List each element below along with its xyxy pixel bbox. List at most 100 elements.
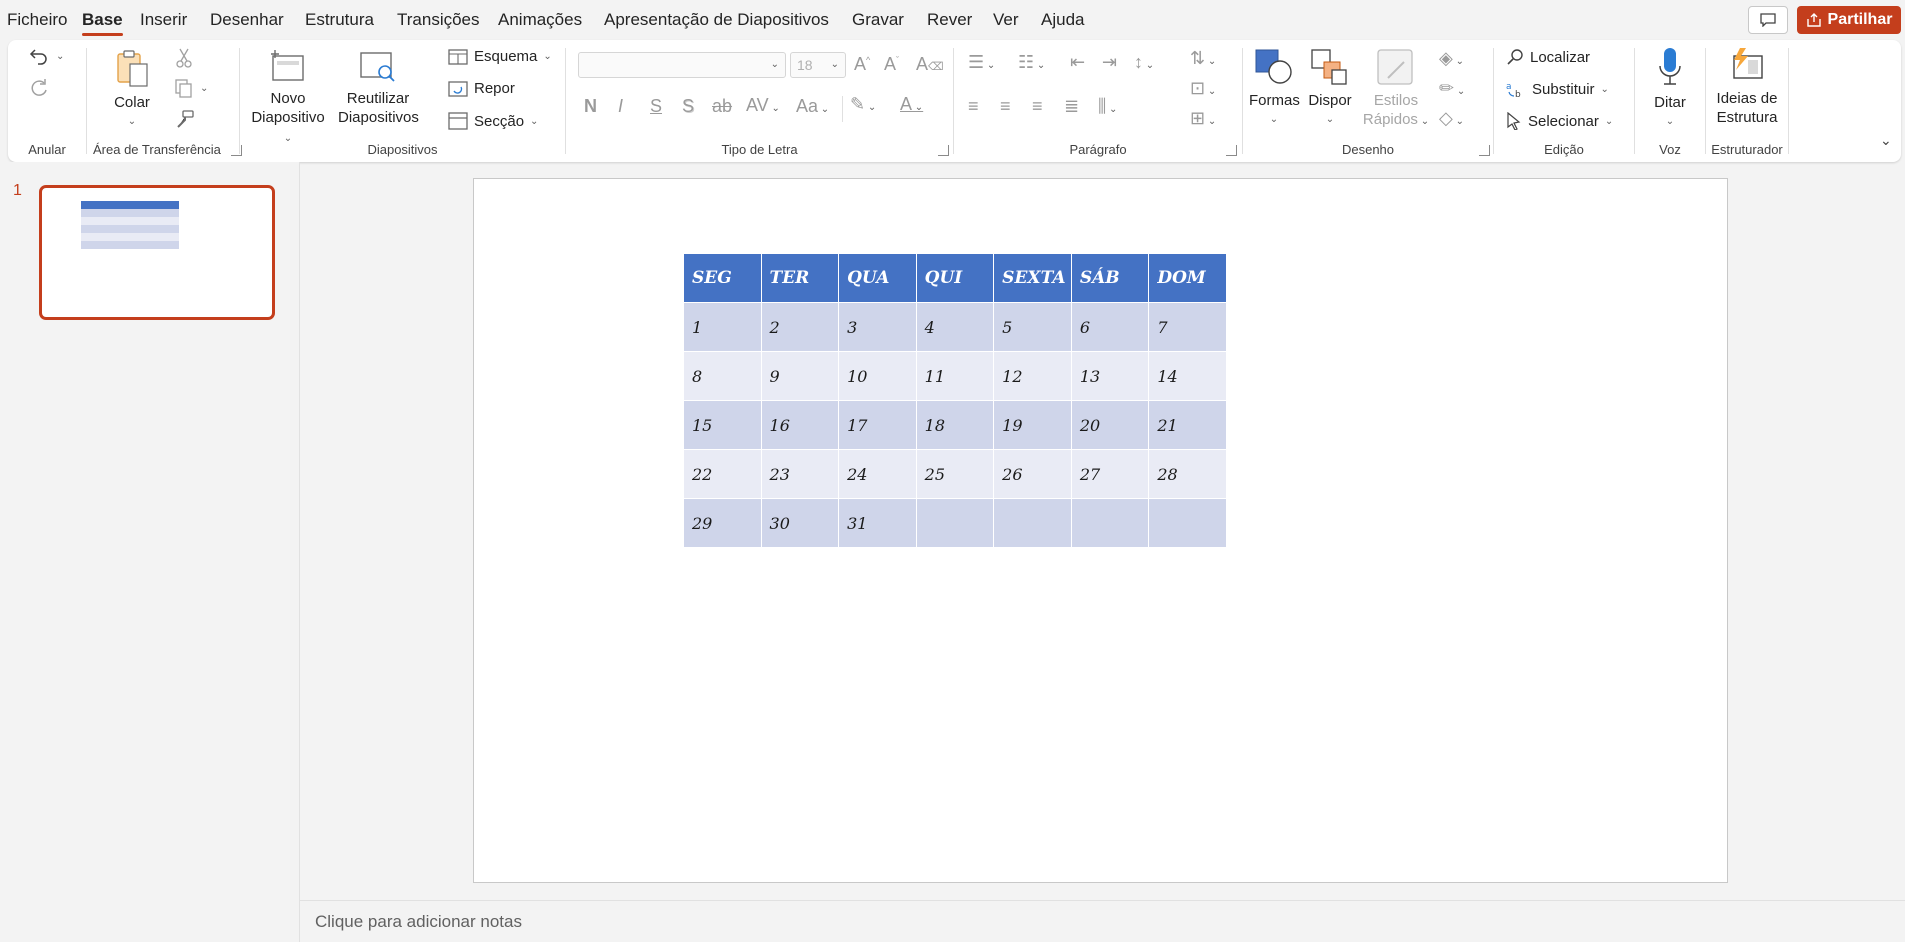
reset-button[interactable]: Repor <box>448 80 515 97</box>
header-sexta[interactable]: SEXTA <box>993 253 1072 303</box>
dialog-launcher-icon[interactable] <box>1479 145 1490 156</box>
strikethrough-button[interactable]: ab <box>712 96 732 117</box>
table-cell[interactable]: 17 <box>838 400 917 450</box>
menu-ajuda[interactable]: Ajuda <box>1041 10 1084 30</box>
arrange-button[interactable]: Dispor ⌄ <box>1305 48 1355 129</box>
table-cell[interactable] <box>915 498 995 548</box>
bullets-icon[interactable]: ☰ ⌄ <box>968 52 995 73</box>
new-slide-button[interactable]: Novo Diapositivo ⌄ <box>248 48 328 148</box>
table-cell[interactable]: 5 <box>993 302 1072 352</box>
table-cell[interactable]: 30 <box>760 498 840 548</box>
table-cell[interactable]: 26 <box>993 449 1072 499</box>
table-cell[interactable]: 19 <box>993 400 1072 450</box>
bold-button[interactable]: N <box>584 96 597 117</box>
shape-effects-icon[interactable]: ◇ ⌄ <box>1439 108 1464 129</box>
underline-button[interactable]: S <box>650 96 662 117</box>
char-spacing-icon[interactable]: AV ⌄ <box>746 95 780 116</box>
increase-indent-icon[interactable]: ⇥ <box>1102 52 1117 73</box>
undo-button[interactable]: ⌄ <box>28 46 64 66</box>
dictate-button[interactable]: Ditar ⌄ <box>1643 46 1697 131</box>
menu-inserir[interactable]: Inserir <box>140 10 187 30</box>
paste-button[interactable]: Colar ⌄ <box>111 48 153 131</box>
table-cell[interactable]: 3 <box>838 302 917 352</box>
table-cell[interactable]: 28 <box>1148 449 1227 499</box>
table-cell[interactable]: 31 <box>838 498 917 548</box>
menu-apresentacao[interactable]: Apresentação de Diapositivos <box>604 10 829 30</box>
calendar-table[interactable]: SEG TER QUA QUI SEXTA SÁB DOM 1 2 3 4 5 … <box>683 253 1227 548</box>
select-button[interactable]: Selecionar ⌄ <box>1506 112 1613 130</box>
shape-outline-icon[interactable]: ✏ ⌄ <box>1439 78 1465 99</box>
table-cell[interactable]: 1 <box>683 302 762 352</box>
find-button[interactable]: Localizar <box>1506 48 1590 66</box>
header-dom[interactable]: DOM <box>1148 253 1227 303</box>
layout-button[interactable]: Esquema ⌄ <box>448 48 552 65</box>
comments-button[interactable] <box>1748 6 1788 34</box>
table-cell[interactable]: 2 <box>760 302 840 352</box>
italic-button[interactable]: I <box>618 96 623 117</box>
table-cell[interactable]: 15 <box>683 400 762 450</box>
table-cell[interactable]: 12 <box>993 351 1072 401</box>
decrease-indent-icon[interactable]: ⇤ <box>1070 52 1085 73</box>
header-sab[interactable]: SÁB <box>1070 253 1150 303</box>
menu-animacoes[interactable]: Animações <box>498 10 582 30</box>
columns-icon[interactable]: ⫼ ⌄ <box>1098 96 1117 117</box>
cut-icon[interactable] <box>175 48 193 68</box>
table-cell[interactable]: 7 <box>1148 302 1227 352</box>
table-cell[interactable]: 13 <box>1070 351 1150 401</box>
table-cell[interactable] <box>1148 498 1227 548</box>
clear-format-icon[interactable]: A⌫ <box>916 54 944 75</box>
table-cell[interactable] <box>1070 498 1150 548</box>
justify-icon[interactable]: ≣ <box>1064 96 1079 117</box>
slide-canvas[interactable]: SEG TER QUA QUI SEXTA SÁB DOM 1 2 3 4 5 … <box>473 178 1728 883</box>
table-cell[interactable]: 6 <box>1070 302 1150 352</box>
shrink-font-icon[interactable]: Aˇ <box>884 54 899 75</box>
section-button[interactable]: Secção ⌄ <box>448 112 538 130</box>
replace-button[interactable]: ab Substituir ⌄ <box>1506 80 1609 99</box>
align-center-icon[interactable]: ≡ <box>1000 96 1011 117</box>
quick-styles-button[interactable]: Estilos Rápidos ⌄ <box>1361 48 1431 131</box>
format-painter-icon[interactable] <box>175 110 195 130</box>
table-cell[interactable] <box>993 498 1072 548</box>
header-seg[interactable]: SEG <box>683 253 762 303</box>
collapse-ribbon-icon[interactable]: ⌄ <box>1880 132 1892 149</box>
header-qui[interactable]: QUI <box>915 253 995 303</box>
table-cell[interactable]: 14 <box>1148 351 1227 401</box>
shape-fill-icon[interactable]: ◈ ⌄ <box>1439 48 1464 69</box>
font-size-input[interactable]: 18 ⌄ <box>790 52 846 78</box>
smartart-icon[interactable]: ⊞ ⌄ <box>1190 108 1216 129</box>
table-cell[interactable]: 4 <box>915 302 995 352</box>
table-cell[interactable]: 11 <box>915 351 995 401</box>
align-right-icon[interactable]: ≡ <box>1032 96 1043 117</box>
table-cell[interactable]: 23 <box>760 449 840 499</box>
table-cell[interactable]: 29 <box>683 498 762 548</box>
design-ideas-button[interactable]: Ideias de Estrutura <box>1708 46 1786 127</box>
copy-button[interactable]: ⌄ <box>174 78 208 98</box>
menu-estrutura[interactable]: Estrutura <box>305 10 374 30</box>
menu-ver[interactable]: Ver <box>993 10 1019 30</box>
table-cell[interactable]: 9 <box>760 351 840 401</box>
shapes-button[interactable]: Formas ⌄ <box>1249 48 1300 129</box>
change-case-button[interactable]: Aa ⌄ <box>796 96 829 117</box>
table-cell[interactable]: 24 <box>838 449 917 499</box>
notes-pane[interactable]: Clique para adicionar notas <box>300 900 1905 942</box>
slide-thumbnail[interactable] <box>39 185 275 320</box>
table-cell[interactable]: 25 <box>915 449 995 499</box>
table-cell[interactable]: 27 <box>1070 449 1150 499</box>
share-button[interactable]: Partilhar <box>1797 6 1901 34</box>
align-left-icon[interactable]: ≡ <box>968 96 979 117</box>
header-ter[interactable]: TER <box>760 253 840 303</box>
line-spacing-icon[interactable]: ↕ ⌄ <box>1134 52 1154 73</box>
table-cell[interactable]: 20 <box>1070 400 1150 450</box>
table-cell[interactable]: 21 <box>1148 400 1227 450</box>
shadow-button[interactable]: S <box>682 96 694 117</box>
table-cell[interactable]: 8 <box>683 351 762 401</box>
table-cell[interactable]: 22 <box>683 449 762 499</box>
menu-desenhar[interactable]: Desenhar <box>210 10 284 30</box>
numbering-icon[interactable]: ☷ ⌄ <box>1018 52 1045 73</box>
dialog-launcher-icon[interactable] <box>1226 145 1237 156</box>
menu-gravar[interactable]: Gravar <box>852 10 904 30</box>
menu-transicoes[interactable]: Transições <box>397 10 480 30</box>
menu-rever[interactable]: Rever <box>927 10 972 30</box>
dialog-launcher-icon[interactable] <box>938 145 949 156</box>
header-qua[interactable]: QUA <box>838 253 917 303</box>
